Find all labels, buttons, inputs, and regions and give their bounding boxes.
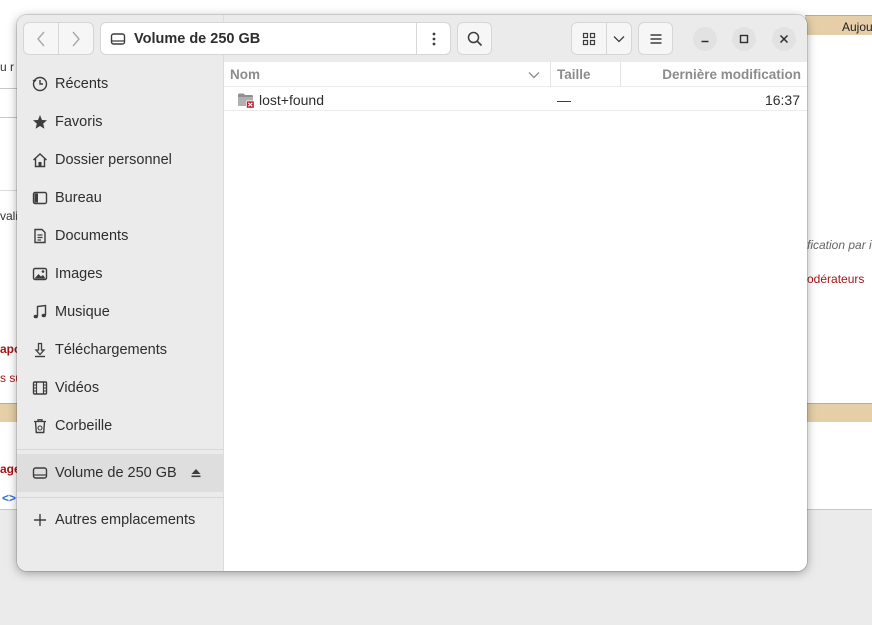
sidebar-item-volume[interactable]: Volume de 250 GB: [17, 454, 224, 492]
minimize-button[interactable]: [693, 27, 717, 51]
background-input-lines: [0, 88, 17, 118]
view-options-dropdown[interactable]: [606, 23, 631, 54]
trash-icon: [31, 417, 49, 435]
chevron-left-icon: [37, 31, 45, 46]
drive-icon: [31, 464, 49, 482]
background-link-moderateurs[interactable]: odérateurs: [807, 272, 864, 286]
column-header-label: Nom: [230, 67, 260, 82]
background-text-fragment: u r: [0, 60, 15, 74]
sidebar-item-musique[interactable]: Musique: [17, 293, 224, 331]
sidebar-separator: [17, 449, 224, 450]
sidebar-item-label: Récents: [55, 76, 109, 92]
sidebar-item-documents[interactable]: Documents: [17, 217, 224, 255]
list-header: Nom Taille Dernière modification: [224, 62, 807, 87]
search-icon: [467, 31, 482, 46]
column-header-modified[interactable]: Dernière modification: [621, 62, 801, 87]
sidebar-item-label: Volume de 250 GB: [55, 465, 177, 481]
sidebar-item-label: Autres emplacements: [55, 512, 196, 528]
locked-folder-icon: [237, 91, 255, 109]
download-icon: [31, 341, 49, 359]
file-name-cell: lost+found: [237, 88, 324, 111]
sidebar-separator: [17, 497, 224, 498]
sidebar-item-autres-emplacements[interactable]: Autres emplacements: [17, 501, 224, 539]
music-icon: [31, 303, 49, 321]
star-icon: [31, 113, 49, 131]
document-icon: [31, 227, 49, 245]
minimize-icon: [701, 40, 709, 43]
maximize-icon: [739, 34, 749, 44]
maximize-button[interactable]: [732, 27, 756, 51]
sidebar-item-telechargements[interactable]: Téléchargements: [17, 331, 224, 369]
grid-view-icon: [582, 32, 596, 45]
sidebar-item-corbeille[interactable]: Corbeille: [17, 407, 224, 445]
column-header-label: Taille: [557, 67, 591, 82]
file-list-view: Nom Taille Dernière modification lost+fo…: [224, 62, 807, 571]
back-button[interactable]: [24, 23, 58, 54]
home-icon: [31, 151, 49, 169]
navigation-buttons: [23, 22, 94, 55]
sidebar-item-dossier-personnel[interactable]: Dossier personnel: [17, 141, 224, 179]
sidebar-item-label: Corbeille: [55, 418, 113, 434]
sidebar-item-label: Musique: [55, 304, 110, 320]
film-icon: [31, 379, 49, 397]
image-icon: [31, 265, 49, 283]
drive-icon: [110, 31, 126, 47]
file-size-cell: —: [557, 91, 571, 108]
background-text-modification: fication par i: [807, 238, 872, 252]
sidebar-item-label: Favoris: [55, 114, 103, 130]
chevron-down-icon: [613, 35, 625, 42]
sidebar-item-label: Images: [55, 266, 103, 282]
close-button[interactable]: [772, 27, 796, 51]
column-header-name[interactable]: Nom: [224, 62, 550, 87]
forward-button[interactable]: [58, 23, 93, 54]
sidebar-item-bureau[interactable]: Bureau: [17, 179, 224, 217]
column-header-label: Dernière modification: [662, 67, 801, 82]
search-button[interactable]: [457, 22, 492, 55]
file-name: lost+found: [259, 91, 324, 108]
grid-view-button[interactable]: [572, 23, 606, 54]
path-label: Volume de 250 GB: [134, 30, 261, 47]
close-icon: [779, 34, 789, 44]
sidebar-item-label: Dossier personnel: [55, 152, 172, 168]
plus-icon: [31, 511, 49, 529]
sidebar-item-label: Téléchargements: [55, 342, 168, 358]
sidebar-item-images[interactable]: Images: [17, 255, 224, 293]
view-toggle-group: [571, 22, 632, 55]
sidebar-item-recents[interactable]: Récents: [17, 65, 224, 103]
path-menu-button[interactable]: [416, 23, 450, 54]
main-menu-button[interactable]: [638, 22, 673, 55]
sidebar-item-label: Bureau: [55, 190, 102, 206]
kebab-menu-icon: [432, 32, 435, 45]
clock-icon: [31, 75, 49, 93]
path-bar[interactable]: Volume de 250 GB: [100, 22, 451, 55]
chevron-right-icon: [72, 31, 80, 46]
background-text-fragment: vali: [0, 209, 19, 223]
sidebar: Récents Favoris Dossier personnel Bureau…: [17, 15, 224, 571]
eject-icon[interactable]: [190, 466, 202, 482]
file-manager-window: Récents Favoris Dossier personnel Bureau…: [17, 15, 807, 571]
file-modified-cell: 16:37: [764, 91, 800, 108]
background-code-icon[interactable]: <>: [2, 491, 16, 505]
sidebar-item-videos[interactable]: Vidéos: [17, 369, 224, 407]
column-header-size[interactable]: Taille: [551, 62, 620, 87]
sidebar-item-label: Documents: [55, 228, 129, 244]
sidebar-item-label: Vidéos: [55, 380, 100, 396]
background-divider: [0, 190, 17, 191]
sidebar-item-favoris[interactable]: Favoris: [17, 103, 224, 141]
desktop-icon: [31, 189, 49, 207]
background-text-aujou: Aujou: [842, 20, 872, 34]
hamburger-menu-icon: [650, 33, 661, 44]
chevron-down-icon: [528, 71, 540, 79]
file-row[interactable]: lost+found — 16:37: [224, 88, 807, 111]
